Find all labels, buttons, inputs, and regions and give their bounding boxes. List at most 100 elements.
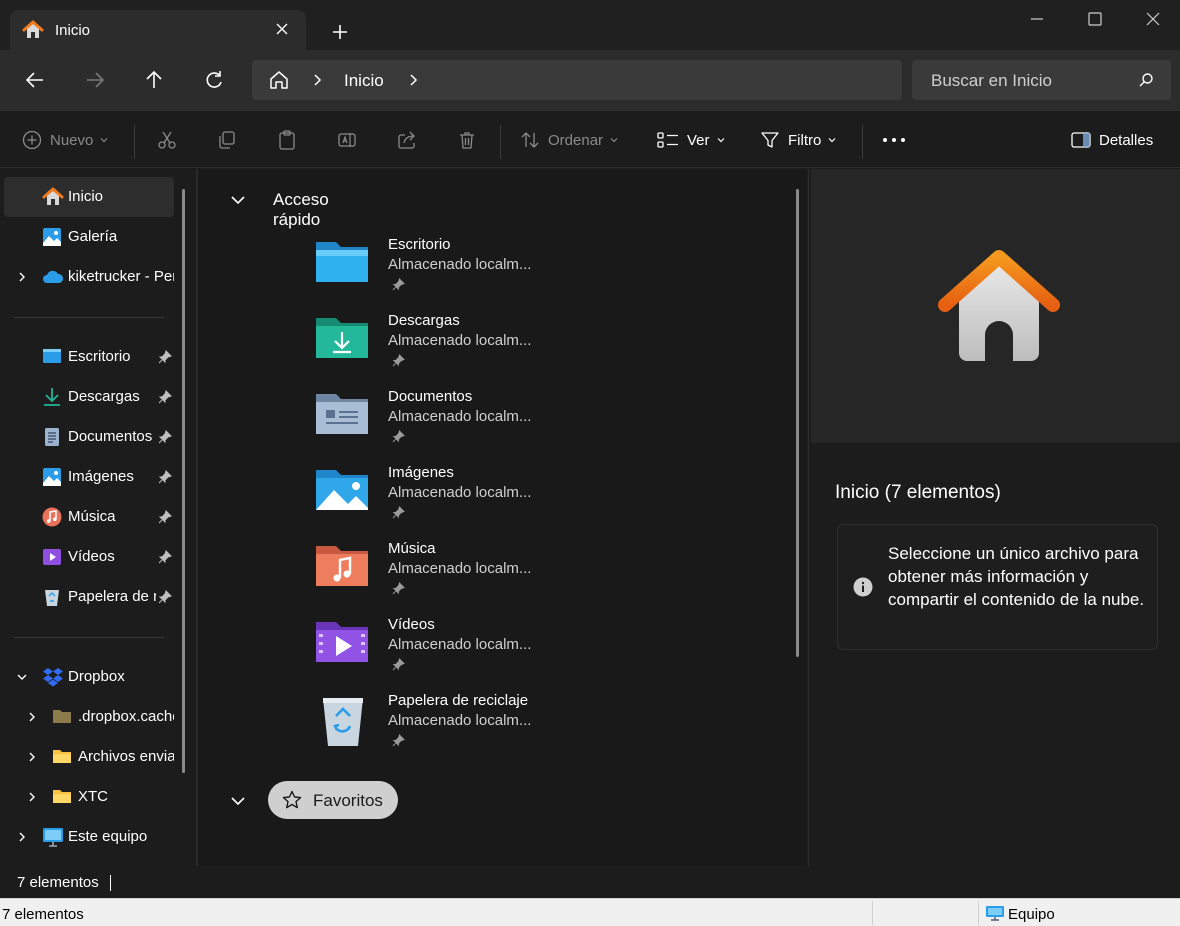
search-input[interactable]: Buscar en Inicio — [912, 60, 1171, 100]
up-arrow-icon[interactable] — [143, 69, 165, 91]
close-window-icon[interactable] — [1144, 10, 1162, 28]
sort-label: Ordenar — [548, 131, 604, 149]
forward-arrow-icon[interactable] — [84, 69, 106, 91]
item-location: Almacenado localm... — [388, 256, 532, 273]
sidebar-scrollbar[interactable] — [182, 189, 185, 773]
sidebar-item-label: Descargas — [68, 388, 140, 405]
refresh-icon[interactable] — [203, 69, 225, 91]
address-bar[interactable]: Inicio — [252, 60, 902, 100]
details-title: Inicio (7 elementos) — [835, 482, 1001, 503]
sidebar-item-label: XTC — [78, 788, 108, 805]
chevron-right-icon[interactable] — [406, 73, 420, 87]
chevron-right-icon[interactable] — [26, 711, 38, 723]
breadcrumb-inicio[interactable]: Inicio — [344, 71, 384, 91]
pin-icon — [158, 390, 172, 404]
sidebar-divider — [14, 637, 164, 638]
sidebar-item-archivos-enviados[interactable]: Archivos enviados — [4, 737, 174, 777]
paste-button[interactable] — [277, 111, 297, 169]
quick-access-item[interactable]: Escritorio Almacenado localm... — [314, 236, 614, 312]
quick-access-item[interactable]: Papelera de reciclaje Almacenado localm.… — [314, 692, 614, 768]
sidebar-item-dropbox[interactable]: Dropbox — [4, 657, 174, 697]
item-name: Documentos — [388, 388, 473, 405]
item-name: Imágenes — [388, 464, 454, 481]
item-name: Descargas — [388, 312, 460, 329]
zone-label: Equipo — [1008, 906, 1055, 923]
sidebar-item-este-equipo[interactable]: Este equipo — [4, 817, 174, 857]
sidebar-item-label: Inicio — [68, 188, 104, 205]
quick-access-item[interactable]: Descargas Almacenado localm... — [314, 312, 614, 388]
tab-inicio[interactable]: Inicio — [10, 10, 306, 50]
more-options-button[interactable] — [882, 111, 906, 169]
status-bar: 7 elementos — [0, 866, 1180, 898]
filter-button[interactable]: Filtro — [760, 111, 837, 169]
quick-access-item[interactable]: Documentos Almacenado localm... — [314, 388, 614, 464]
chevron-down-icon[interactable] — [230, 795, 246, 807]
toolbar-divider — [134, 125, 135, 159]
star-icon — [282, 790, 302, 810]
documents-icon — [44, 427, 60, 447]
quick-access-item[interactable]: Música Almacenado localm... — [314, 540, 614, 616]
chevron-right-icon[interactable] — [310, 73, 324, 87]
sort-arrows-icon — [520, 130, 540, 150]
quick-access-item[interactable]: Imágenes Almacenado localm... — [314, 464, 614, 540]
sidebar-item-xtc[interactable]: XTC — [4, 777, 174, 817]
new-tab-icon[interactable] — [328, 20, 352, 44]
sidebar-item-label: Archivos enviados — [78, 748, 174, 765]
downloads-folder-icon — [314, 312, 370, 362]
sidebar-item-escritorio[interactable]: Escritorio — [4, 337, 174, 377]
close-tab-icon[interactable] — [274, 21, 290, 37]
pin-icon — [392, 734, 405, 747]
pictures-folder-icon — [314, 464, 370, 514]
item-location: Almacenado localm... — [388, 484, 532, 501]
sidebar-item-documentos[interactable]: Documentos — [4, 417, 174, 457]
minimize-icon[interactable] — [1028, 10, 1046, 28]
chevron-right-icon[interactable] — [26, 791, 38, 803]
rename-button[interactable] — [337, 111, 357, 169]
trash-icon — [457, 130, 477, 150]
info-icon — [853, 577, 873, 597]
plus-circle-icon — [22, 130, 42, 150]
sidebar-item-label: Galería — [68, 228, 118, 245]
delete-button[interactable] — [457, 111, 477, 169]
item-location: Almacenado localm... — [388, 332, 532, 349]
home-outline-icon[interactable] — [268, 70, 290, 90]
chevron-down-icon[interactable] — [230, 194, 246, 206]
favorites-title: Favoritos — [313, 791, 383, 810]
chevron-right-icon[interactable] — [16, 831, 28, 843]
share-button[interactable] — [397, 111, 417, 169]
cut-button[interactable] — [157, 111, 177, 169]
folder-icon — [52, 708, 72, 724]
sort-button[interactable]: Ordenar — [520, 111, 619, 169]
toolbar-divider — [500, 125, 501, 159]
pin-icon — [392, 354, 405, 367]
status-divider — [978, 901, 979, 925]
copy-button[interactable] — [217, 111, 237, 169]
sidebar-item-musica[interactable]: Música — [4, 497, 174, 537]
sidebar-item-dropbox-cache[interactable]: .dropbox.cache — [4, 697, 174, 737]
quick-access-item[interactable]: Vídeos Almacenado localm... — [314, 616, 614, 692]
sidebar-item-descargas[interactable]: Descargas — [4, 377, 174, 417]
chevron-down-icon — [99, 135, 109, 145]
this-pc-icon — [42, 827, 64, 847]
folder-icon — [52, 788, 72, 804]
new-button[interactable]: Nuevo — [22, 111, 109, 169]
documents-folder-icon — [314, 388, 370, 438]
favorites-header[interactable]: Favoritos — [268, 781, 398, 819]
sidebar-item-onedrive[interactable]: kiketrucker - Personal — [4, 257, 174, 297]
item-location: Almacenado localm... — [388, 408, 532, 425]
chevron-right-icon[interactable] — [26, 751, 38, 763]
chevron-down-icon[interactable] — [16, 671, 28, 683]
status-divider — [110, 875, 111, 891]
content-scrollbar[interactable] — [796, 189, 799, 657]
sidebar-item-inicio[interactable]: Inicio — [4, 177, 174, 217]
maximize-icon[interactable] — [1086, 10, 1104, 28]
sidebar-item-papelera[interactable]: Papelera de reciclaje — [4, 577, 174, 617]
details-button[interactable]: Detalles — [1071, 111, 1153, 169]
sidebar-item-imagenes[interactable]: Imágenes — [4, 457, 174, 497]
sidebar-item-galeria[interactable]: Galería — [4, 217, 174, 257]
back-arrow-icon[interactable] — [24, 69, 46, 91]
view-button[interactable]: Ver — [657, 111, 726, 169]
chevron-right-icon[interactable] — [16, 271, 28, 283]
command-bar: Nuevo Ordenar Ver Filtro Detalles — [0, 110, 1180, 168]
sidebar-item-videos[interactable]: Vídeos — [4, 537, 174, 577]
